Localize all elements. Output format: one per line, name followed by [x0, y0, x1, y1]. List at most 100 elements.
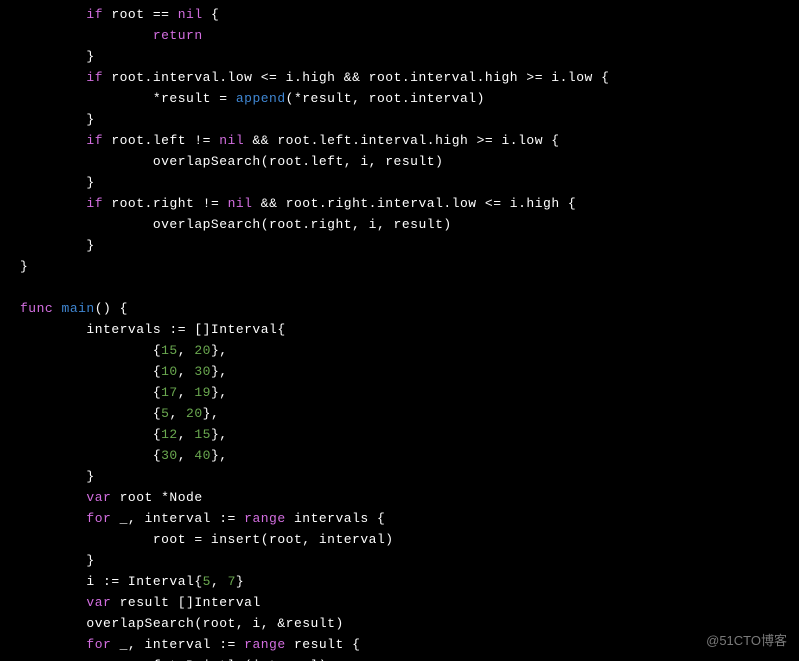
- code-token: if: [86, 7, 103, 22]
- code-token: 30: [161, 448, 178, 463]
- code-token: () {: [95, 301, 128, 316]
- code-token: {: [20, 427, 161, 442]
- code-line: var result []Interval: [20, 592, 799, 613]
- code-token: _, interval :=: [111, 511, 244, 526]
- code-token: }: [20, 238, 95, 253]
- code-token: ,: [178, 364, 195, 379]
- code-token: ,: [178, 385, 195, 400]
- code-token: [20, 28, 153, 43]
- code-token: [20, 7, 86, 22]
- code-token: 30: [194, 364, 211, 379]
- code-line: if root.left != nil && root.left.interva…: [20, 130, 799, 151]
- code-line: if root.interval.low <= i.high && root.i…: [20, 67, 799, 88]
- code-line: overlapSearch(root.left, i, result): [20, 151, 799, 172]
- code-token: root.left !=: [103, 133, 219, 148]
- code-token: {: [20, 448, 161, 463]
- code-token: },: [211, 343, 228, 358]
- code-token: range: [244, 511, 286, 526]
- code-token: {: [203, 7, 220, 22]
- code-line: }: [20, 46, 799, 67]
- code-token: 40: [194, 448, 211, 463]
- code-token: },: [211, 427, 228, 442]
- code-token: intervals {: [286, 511, 386, 526]
- code-token: [20, 637, 86, 652]
- code-token: }: [20, 175, 95, 190]
- code-token: }: [20, 49, 95, 64]
- code-token: if: [86, 133, 103, 148]
- code-line: root = insert(root, interval): [20, 529, 799, 550]
- code-token: if: [86, 70, 103, 85]
- code-line: {15, 20},: [20, 340, 799, 361]
- code-line: {30, 40},: [20, 445, 799, 466]
- code-token: *result =: [20, 91, 236, 106]
- code-token: 15: [161, 343, 178, 358]
- code-token: for: [86, 637, 111, 652]
- code-token: }: [20, 469, 95, 484]
- code-token: {: [20, 385, 161, 400]
- code-token: overlapSearch(root.right, i, result): [20, 217, 452, 232]
- code-line: overlapSearch(root, i, &result): [20, 613, 799, 634]
- code-line: [20, 277, 799, 298]
- code-token: 7: [228, 574, 236, 589]
- code-token: result {: [286, 637, 361, 652]
- code-token: for: [86, 511, 111, 526]
- code-token: 5: [203, 574, 211, 589]
- code-token: ,: [169, 406, 186, 421]
- code-line: return: [20, 25, 799, 46]
- code-line: }: [20, 235, 799, 256]
- code-token: },: [211, 448, 228, 463]
- code-token: [20, 133, 86, 148]
- code-token: _, interval :=: [111, 637, 244, 652]
- code-token: },: [211, 364, 228, 379]
- code-token: 17: [161, 385, 178, 400]
- code-line: }: [20, 256, 799, 277]
- code-token: },: [211, 385, 228, 400]
- code-token: i := Interval{: [20, 574, 203, 589]
- code-token: }: [20, 259, 28, 274]
- code-token: }: [20, 553, 95, 568]
- code-line: overlapSearch(root.right, i, result): [20, 214, 799, 235]
- code-line: intervals := []Interval{: [20, 319, 799, 340]
- code-token: overlapSearch(root.left, i, result): [20, 154, 443, 169]
- code-token: func: [20, 301, 53, 316]
- code-line: if root.right != nil && root.right.inter…: [20, 193, 799, 214]
- code-token: root.right !=: [103, 196, 228, 211]
- code-token: var: [86, 490, 111, 505]
- code-line: {12, 15},: [20, 424, 799, 445]
- code-token: intervals := []Interval{: [20, 322, 286, 337]
- code-token: ,: [211, 574, 228, 589]
- code-line: {5, 20},: [20, 403, 799, 424]
- code-line: fmt.Println(interval): [20, 655, 799, 661]
- code-token: 15: [194, 427, 211, 442]
- code-token: 20: [186, 406, 203, 421]
- code-token: ,: [178, 343, 195, 358]
- code-token: return: [153, 28, 203, 43]
- code-token: ,: [178, 427, 195, 442]
- code-token: [20, 595, 86, 610]
- code-line: {17, 19},: [20, 382, 799, 403]
- code-token: 12: [161, 427, 178, 442]
- code-token: },: [203, 406, 220, 421]
- code-line: i := Interval{5, 7}: [20, 571, 799, 592]
- code-line: }: [20, 109, 799, 130]
- code-token: }: [236, 574, 244, 589]
- code-token: nil: [228, 196, 253, 211]
- code-line: func main() {: [20, 298, 799, 319]
- code-token: [53, 301, 61, 316]
- code-token: nil: [178, 7, 203, 22]
- code-token: nil: [219, 133, 244, 148]
- code-token: && root.left.interval.high >= i.low {: [244, 133, 559, 148]
- code-token: [20, 490, 86, 505]
- code-token: root.interval.low <= i.high && root.inte…: [103, 70, 609, 85]
- code-line: for _, interval := range intervals {: [20, 508, 799, 529]
- code-line: if root == nil {: [20, 4, 799, 25]
- code-token: root *Node: [111, 490, 202, 505]
- code-token: {: [20, 364, 161, 379]
- code-token: 20: [194, 343, 211, 358]
- code-token: 19: [194, 385, 211, 400]
- code-line: *result = append(*result, root.interval): [20, 88, 799, 109]
- code-token: [20, 70, 86, 85]
- code-token: range: [244, 637, 286, 652]
- code-token: [20, 511, 86, 526]
- code-token: main: [62, 301, 95, 316]
